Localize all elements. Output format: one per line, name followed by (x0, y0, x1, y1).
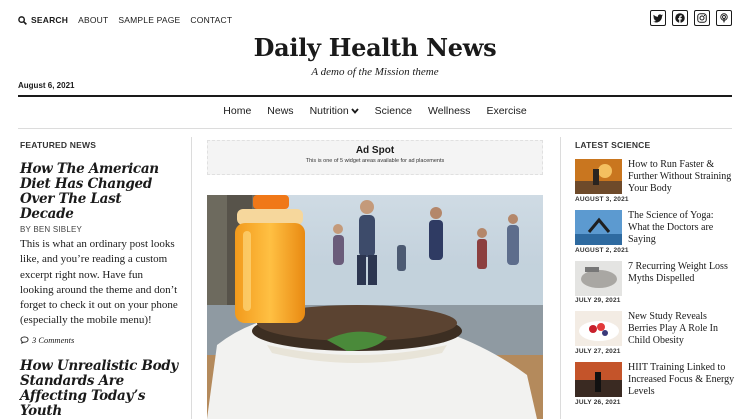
list-item[interactable]: How to Run Faster & Further Without Stra… (575, 159, 735, 195)
main-content: Ad Spot This is one of 5 widget areas av… (207, 140, 543, 419)
top-nav-sample-page[interactable]: SAMPLE PAGE (118, 15, 180, 25)
search-label: SEARCH (31, 15, 69, 25)
site-tagline: A demo of the Mission theme (311, 66, 439, 78)
article-title[interactable]: How to Run Faster & Further Without Stra… (628, 159, 735, 195)
column-divider (560, 137, 561, 419)
article-title[interactable]: HIIT Training Linked to Increased Focus … (628, 362, 735, 398)
main-nav: Home News Nutrition Science Wellness Exe… (0, 105, 750, 117)
latest-science: LATEST SCIENCE How to Run Faster & Furth… (575, 140, 735, 406)
comments-link[interactable]: 3 Comments (20, 335, 178, 345)
hero-photo-food-and-runners (207, 195, 543, 419)
chevron-down-icon (350, 108, 359, 114)
article-date: JULY 27, 2021 (575, 348, 621, 355)
instagram-icon[interactable] (694, 10, 710, 26)
comment-icon (20, 336, 29, 344)
nav-nutrition[interactable]: Nutrition (310, 105, 359, 117)
featured-news-label: FEATURED NEWS (20, 140, 97, 150)
nav-science[interactable]: Science (375, 105, 412, 117)
post-excerpt: This is what an ordinary post looks like… (20, 238, 178, 327)
featured-news: FEATURED NEWS How The American Diet Has … (20, 140, 178, 419)
ad-title: Ad Spot (355, 145, 395, 156)
article-title[interactable]: 7 Recurring Weight Loss Myths Dispelled (628, 261, 735, 285)
article-thumbnail[interactable] (575, 362, 622, 397)
ad-spot[interactable]: Ad Spot This is one of 5 widget areas av… (207, 140, 543, 175)
social-icons (650, 10, 732, 26)
nav-divider (18, 128, 732, 129)
search-icon (18, 15, 27, 25)
post-byline[interactable]: BY BEN SIBLEY (20, 225, 178, 234)
article-thumbnail[interactable] (575, 261, 622, 296)
current-date: August 6, 2021 (18, 81, 75, 90)
column-divider (191, 137, 192, 419)
article-thumbnail[interactable] (575, 210, 622, 245)
nav-news[interactable]: News (267, 105, 293, 117)
article-title[interactable]: The Science of Yoga: What the Doctors ar… (628, 210, 735, 246)
article-date: AUGUST 3, 2021 (575, 196, 629, 203)
list-item[interactable]: HIIT Training Linked to Increased Focus … (575, 362, 735, 398)
search-link[interactable]: SEARCH (18, 15, 68, 25)
site-title[interactable]: Daily Health News (0, 33, 750, 62)
top-bar: SEARCH ABOUT SAMPLE PAGE CONTACT (18, 10, 732, 28)
nav-exercise[interactable]: Exercise (486, 105, 526, 117)
nav-wellness[interactable]: Wellness (428, 105, 470, 117)
article-date: AUGUST 2, 2021 (575, 247, 629, 254)
ad-text: This is one of 5 widget areas available … (305, 158, 445, 164)
top-nav: SEARCH ABOUT SAMPLE PAGE CONTACT (18, 15, 232, 25)
featured-post-title[interactable]: How The American Diet Has Changed Over T… (20, 162, 178, 222)
article-title[interactable]: New Study Reveals Berries Play A Role In… (628, 311, 735, 347)
comments-count: 3 Comments (32, 334, 75, 345)
nav-nutrition-label: Nutrition (309, 105, 349, 117)
latest-science-label: LATEST SCIENCE (575, 140, 651, 150)
article-date: JULY 29, 2021 (575, 297, 621, 304)
featured-post-title[interactable]: How Unrealistic Body Standards Are Affec… (20, 358, 178, 419)
list-item[interactable]: The Science of Yoga: What the Doctors ar… (575, 210, 735, 246)
header-divider (18, 95, 732, 97)
article-thumbnail[interactable] (575, 311, 622, 346)
article-thumbnail[interactable] (575, 159, 622, 194)
nav-home[interactable]: Home (223, 105, 251, 117)
science-list: How to Run Faster & Further Without Stra… (575, 159, 735, 406)
article-date: JULY 26, 2021 (575, 399, 621, 406)
list-item[interactable]: New Study Reveals Berries Play A Role In… (575, 311, 735, 347)
hero-image[interactable] (207, 195, 543, 419)
twitter-icon[interactable] (650, 10, 666, 26)
list-item[interactable]: 7 Recurring Weight Loss Myths Dispelled (575, 261, 735, 296)
podcast-icon[interactable] (716, 10, 732, 26)
top-nav-about[interactable]: ABOUT (78, 15, 108, 25)
top-nav-contact[interactable]: CONTACT (190, 15, 232, 25)
facebook-icon[interactable] (672, 10, 688, 26)
